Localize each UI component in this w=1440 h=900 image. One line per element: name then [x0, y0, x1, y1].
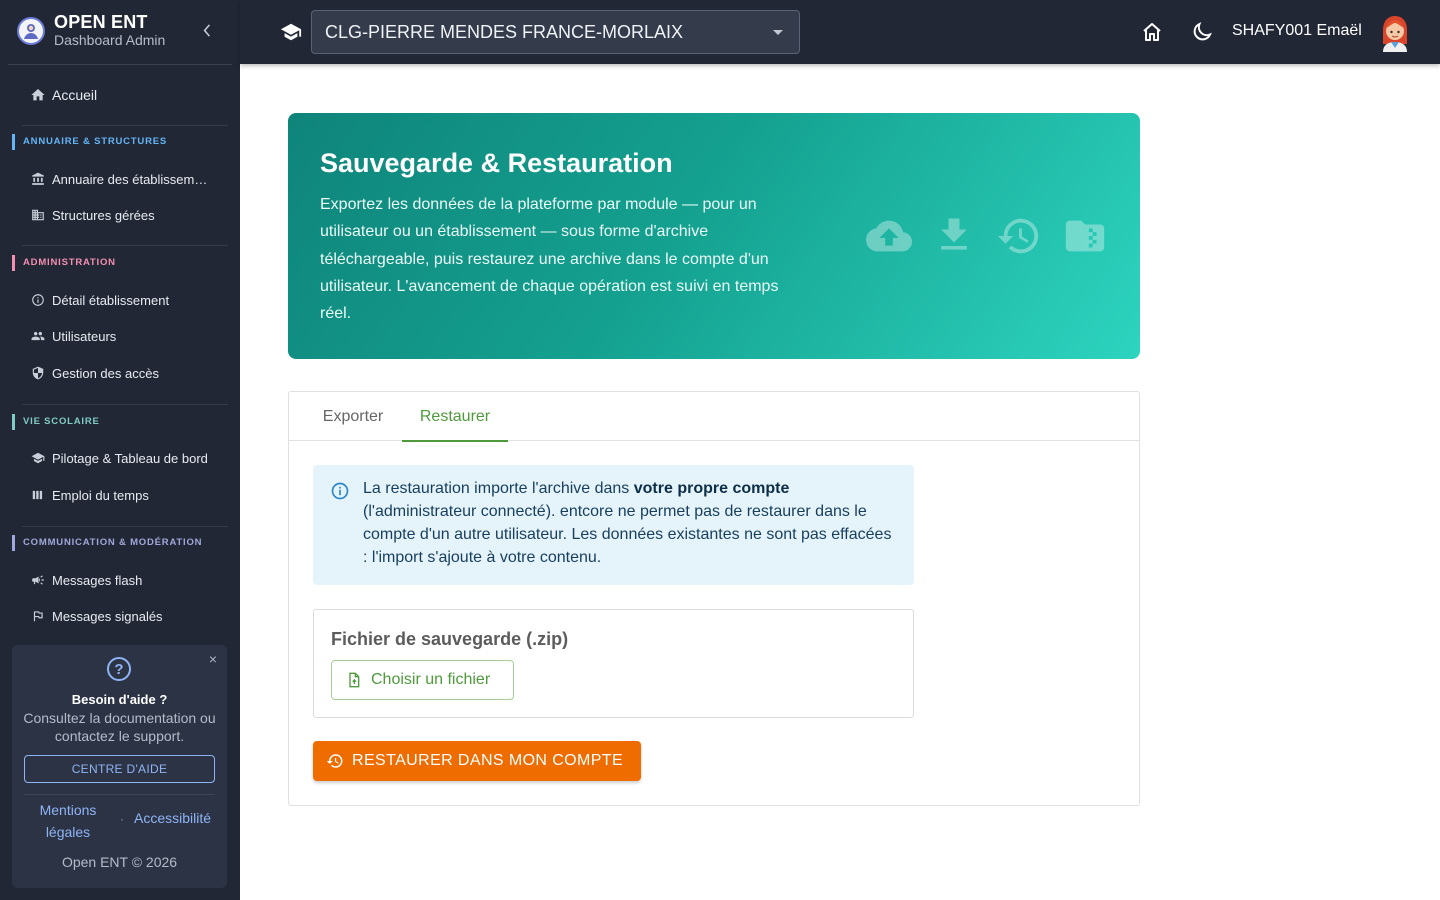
- copyright: Open ENT © 2026: [61, 854, 178, 870]
- chevron-left-icon: [203, 23, 211, 37]
- sidebar-item-accueil[interactable]: Accueil: [8, 78, 228, 112]
- zip-folder-icon: [1065, 220, 1105, 252]
- shield-icon: [30, 365, 46, 381]
- section-header-communication: COMMUNICATION & MODÉRATION: [12, 535, 202, 551]
- school-select[interactable]: CLG-PIERRE MENDES FRANCE-MORLAIX: [311, 10, 800, 54]
- link-separator: ·: [120, 812, 124, 826]
- section-header-administration: ADMINISTRATION: [12, 255, 116, 271]
- section-header-vie-scolaire: VIE SCOLAIRE: [12, 414, 100, 430]
- page-description: Exportez les données de la plateforme pa…: [320, 196, 779, 323]
- school-icon: [30, 450, 46, 466]
- sidebar-item-label: Gestion des accès: [52, 365, 159, 381]
- sidebar-item-gestion-acces[interactable]: Gestion des accès: [8, 356, 228, 390]
- divider: [24, 794, 215, 795]
- choose-file-label: Choisir un fichier: [371, 671, 491, 688]
- brand-title: OPEN ENT: [54, 12, 148, 32]
- hero-icons: [866, 213, 1108, 259]
- divider: [8, 64, 232, 65]
- user-name[interactable]: SHAFY001 Emaël: [1232, 22, 1362, 40]
- help-circle-icon: ?: [107, 657, 131, 681]
- sidebar-item-messages-signales[interactable]: Messages signalés: [8, 599, 228, 633]
- divider: [22, 245, 228, 246]
- choose-file-button[interactable]: Choisir un fichier: [331, 660, 514, 700]
- info-icon: [331, 482, 349, 500]
- info-alert: La restauration importe l'archive dans v…: [313, 465, 914, 585]
- collapse-sidebar-button[interactable]: [198, 20, 216, 40]
- flag-icon: [30, 608, 46, 624]
- dark-mode-moon-icon[interactable]: [1190, 20, 1214, 44]
- divider: [22, 404, 228, 405]
- restore-button[interactable]: RESTAURER DANS MON COMPTE: [313, 741, 641, 781]
- restore-button-label: RESTAURER DANS MON COMPTE: [352, 752, 624, 769]
- sidebar-item-messages-flash[interactable]: Messages flash: [8, 563, 228, 597]
- megaphone-icon: [30, 572, 46, 588]
- file-upload-icon: [349, 672, 360, 688]
- brand-logo-icon: [17, 17, 45, 45]
- sidebar-item-label: Emploi du temps: [52, 487, 149, 503]
- caret-down-icon: [773, 30, 783, 35]
- sidebar-item-label: Messages flash: [52, 572, 143, 588]
- brand-subtitle: Dashboard Admin: [54, 32, 166, 48]
- section-header-annuaire: ANNUAIRE & STRUCTURES: [12, 134, 167, 150]
- help-card: × ? Besoin d'aide ? Consultez la documen…: [12, 645, 227, 888]
- download-icon: [941, 218, 967, 250]
- tab-restaurer[interactable]: Restaurer: [402, 392, 508, 442]
- columns-icon: [30, 487, 46, 503]
- sidebar-item-label: Accueil: [52, 87, 98, 103]
- divider: [22, 526, 228, 527]
- hero-banner: Sauvegarde & Restauration Exportez les d…: [288, 113, 1140, 359]
- tab-bar: Exporter Restaurer: [289, 392, 1139, 442]
- help-title: Besoin d'aide ?: [71, 692, 168, 707]
- sidebar-item-utilisateurs[interactable]: Utilisateurs: [8, 319, 228, 353]
- sidebar-item-pilotage[interactable]: Pilotage & Tableau de bord: [8, 441, 228, 475]
- close-icon[interactable]: ×: [209, 651, 217, 667]
- sidebar-item-label: Utilisateurs: [52, 328, 117, 344]
- sidebar-item-label: Annuaire des établissements: [52, 171, 214, 187]
- sidebar-item-label: Messages signalés: [52, 608, 163, 624]
- brand: OPEN ENT Dashboard Admin: [0, 0, 240, 64]
- help-center-button[interactable]: CENTRE D'AIDE: [24, 755, 215, 783]
- alert-text-start: La restauration importe l'archive dans: [363, 480, 634, 497]
- sidebar-item-annuaire[interactable]: Annuaire des établissements: [8, 162, 228, 196]
- sidebar-item-emploi-du-temps[interactable]: Emploi du temps: [8, 478, 228, 512]
- page-title: Sauvegarde & Restauration: [320, 148, 673, 178]
- cloud-upload-icon: [866, 220, 912, 252]
- sidebar-item-label: Détail établissement: [52, 292, 170, 308]
- info-icon: [30, 292, 46, 308]
- home-icon: [30, 87, 46, 103]
- sidebar-item-structures[interactable]: Structures gérées: [8, 198, 228, 232]
- sidebar-item-detail-etablissement[interactable]: Détail établissement: [8, 283, 228, 317]
- file-upload-box: Fichier de sauvegarde (.zip) Choisir un …: [313, 609, 914, 718]
- restore-icon: [326, 754, 343, 768]
- users-icon: [30, 328, 46, 344]
- alert-text: La restauration importe l'archive dans v…: [363, 477, 893, 569]
- user-avatar[interactable]: [1378, 14, 1412, 52]
- sidebar: OPEN ENT Dashboard Admin Accueil ANNUAIR…: [0, 0, 240, 900]
- history-icon: [997, 218, 1039, 254]
- home-icon[interactable]: [1140, 20, 1164, 44]
- school-icon: [280, 23, 302, 41]
- alert-text-end: (l'administrateur connecté). entcore ne …: [363, 503, 892, 566]
- building-icon: [30, 207, 46, 223]
- sidebar-item-label: Pilotage & Tableau de bord: [52, 450, 208, 466]
- tab-exporter[interactable]: Exporter: [305, 392, 401, 441]
- top-bar: CLG-PIERRE MENDES FRANCE-MORLAIX SHAFY00…: [240, 0, 1440, 64]
- help-text: Consultez la documentation ou contactez …: [23, 710, 216, 744]
- restore-card: Exporter Restaurer La restauration impor…: [288, 391, 1140, 806]
- school-select-value: CLG-PIERRE MENDES FRANCE-MORLAIX: [325, 21, 684, 42]
- divider: [22, 125, 228, 126]
- legal-notice-link[interactable]: Mentions légales: [32, 799, 104, 843]
- upload-title: Fichier de sauvegarde (.zip): [331, 629, 569, 649]
- alert-text-bold: votre propre compte: [633, 480, 790, 497]
- sidebar-item-label: Structures gérées: [52, 207, 155, 223]
- accessibility-link[interactable]: Accessibilité: [134, 810, 211, 826]
- bank-icon: [30, 171, 46, 187]
